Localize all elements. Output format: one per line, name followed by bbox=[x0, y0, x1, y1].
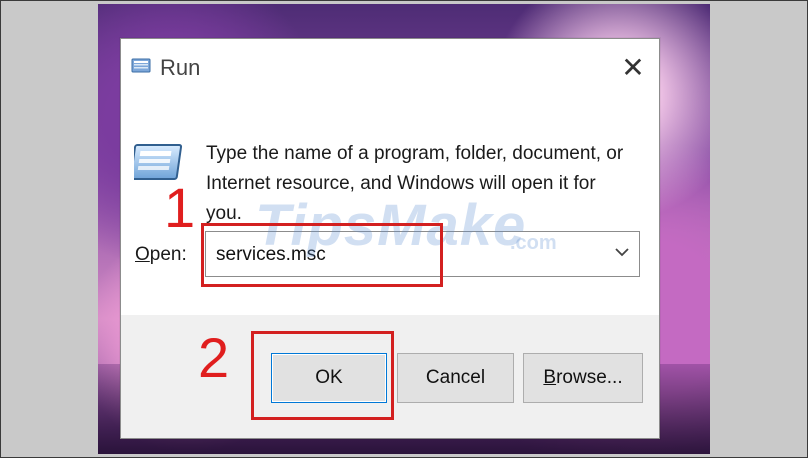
close-icon: ✕ bbox=[621, 52, 645, 83]
chevron-down-icon[interactable] bbox=[613, 242, 631, 262]
close-button[interactable]: ✕ bbox=[619, 54, 647, 82]
browse-button[interactable]: Browse... bbox=[523, 353, 643, 403]
step1-number: 1 bbox=[164, 176, 196, 239]
step2-number: 2 bbox=[198, 326, 230, 389]
title-bar: Run ✕ bbox=[121, 39, 659, 99]
open-label-text: pen: bbox=[149, 244, 187, 265]
cancel-button[interactable]: Cancel bbox=[397, 353, 514, 403]
run-app-icon bbox=[131, 58, 151, 73]
run-description: Type the name of a program, folder, docu… bbox=[206, 143, 624, 224]
window-title: Run bbox=[160, 55, 201, 80]
open-input[interactable] bbox=[214, 232, 598, 278]
open-label: Open: bbox=[135, 244, 187, 266]
ok-button[interactable]: OK bbox=[271, 353, 387, 403]
browse-accelerator: B bbox=[543, 367, 557, 388]
open-label-accelerator: O bbox=[135, 244, 150, 265]
browse-label: rowse... bbox=[556, 367, 623, 388]
open-combobox[interactable] bbox=[205, 231, 640, 278]
